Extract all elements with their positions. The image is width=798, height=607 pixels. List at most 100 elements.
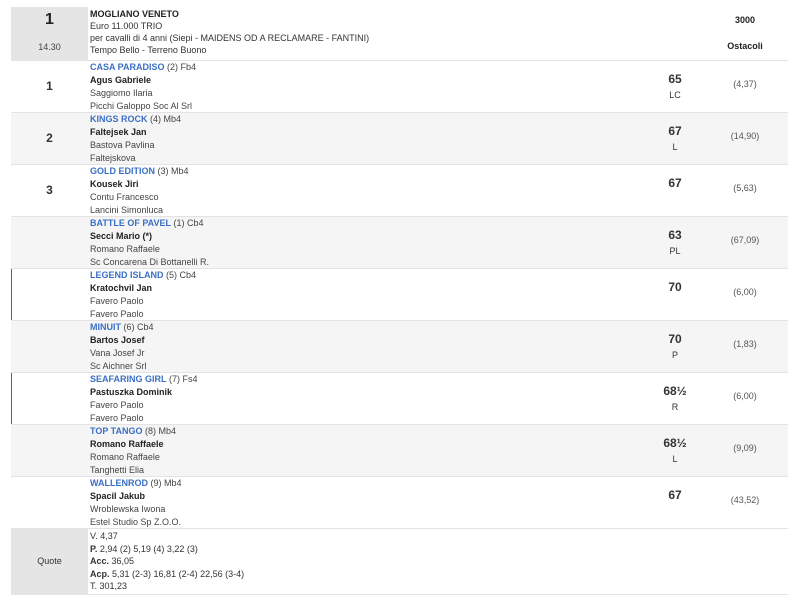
runner-position: 3 <box>46 183 53 197</box>
horse-name-link[interactable]: GOLD EDITION <box>90 166 155 176</box>
horse-name-link[interactable]: SEAFARING GIRL <box>90 374 167 384</box>
race-weather: Tempo Bello - Terreno Buono <box>90 45 207 55</box>
quote-acc-label: Acc. <box>90 556 110 567</box>
runner-weight: 65 <box>668 72 682 86</box>
horse-meta: (5) Cb4 <box>166 270 197 280</box>
horse-meta: (9) Mb4 <box>150 478 182 488</box>
runner-odds: (5,63) <box>733 183 757 193</box>
runner-equipment-tag: R <box>671 402 679 412</box>
owner-name: Faltejskova <box>90 153 136 163</box>
owner-name: Favero Paolo <box>90 413 144 423</box>
jockey-name: Romano Raffaele <box>90 439 164 449</box>
horse-name-link[interactable]: WALLENROD <box>90 478 148 488</box>
jockey-name: Faltejsek Jan <box>90 127 147 137</box>
jockey-name: Agus Gabriele <box>90 75 152 85</box>
horse-meta: (3) Mb4 <box>157 166 189 176</box>
runner-weight: 63 <box>668 228 682 242</box>
horse-name-link[interactable]: LEGEND ISLAND <box>90 270 164 280</box>
runner-equipment-tag: PL <box>669 246 681 256</box>
runner-row: LEGEND ISLAND (5) Cb4 Kratochvil Jan Fav… <box>11 269 788 321</box>
runner-odds: (6,00) <box>733 391 757 401</box>
trainer-name: Vana Josef Jr <box>90 348 145 358</box>
race-number-cell: 1 14.30 <box>11 7 88 61</box>
horse-name-link[interactable]: CASA PARADISO <box>90 62 165 72</box>
runner-weight: 68½ <box>663 384 687 398</box>
trainer-name: Saggiomo Ilaria <box>90 88 153 98</box>
owner-name: Sc Aichner Srl <box>90 361 147 371</box>
runner-odds: (6,00) <box>733 287 757 297</box>
runner-odds: (9,09) <box>733 443 757 453</box>
runner-weight: 70 <box>668 332 682 346</box>
jockey-name: Pastuszka Dominik <box>90 387 173 397</box>
runner-odds: (43,52) <box>730 495 760 505</box>
runner-row: 3 GOLD EDITION (3) Mb4 Kousek Jiri Contu… <box>11 165 788 217</box>
race-conditions: per cavalli di 4 anni (Siepi - MAIDENS O… <box>90 33 370 43</box>
horse-meta: (6) Cb4 <box>123 322 154 332</box>
quote-p-label: P. <box>90 543 98 554</box>
owner-name: Lancini Simonluca <box>90 205 164 215</box>
race-results-table: 1 14.30 MOGLIANO VENETO Euro 11.000 TRIO… <box>11 7 788 595</box>
race-number: 1 <box>45 11 54 28</box>
runner-row: WALLENROD (9) Mb4 Spacil Jakub Wroblewsk… <box>11 477 788 529</box>
runner-position: 1 <box>46 79 53 93</box>
race-distance: 3000 <box>734 15 756 25</box>
jockey-name: Spacil Jakub <box>90 491 146 501</box>
quote-acp-value: 5,31 (2-3) 16,81 (2-4) 22,56 (3-4) <box>112 568 245 579</box>
race-venue: MOGLIANO VENETO <box>90 9 179 19</box>
owner-name: Favero Paolo <box>90 309 144 319</box>
horse-name-link[interactable]: TOP TANGO <box>90 426 143 436</box>
runner-odds: (1,83) <box>733 339 757 349</box>
owner-name: Picchi Galoppo Soc Al Srl <box>90 101 193 111</box>
race-type: Ostacoli <box>727 41 763 51</box>
trainer-name: Favero Paolo <box>90 296 144 306</box>
jockey-name: Kratochvil Jan <box>90 283 153 293</box>
trainer-name: Bastova Pavlina <box>90 140 155 150</box>
quote-p-value: 2,94 (2) 5,19 (4) 3,22 (3) <box>99 543 198 554</box>
runner-row: MINUIT (6) Cb4 Bartos Josef Vana Josef J… <box>11 321 788 373</box>
runner-row: SEAFARING GIRL (7) Fs4 Pastuszka Dominik… <box>11 373 788 425</box>
runner-position: 2 <box>46 131 53 145</box>
horse-name-link[interactable]: BATTLE OF PAVEL <box>90 218 171 228</box>
runner-weight: 67 <box>668 124 682 138</box>
runner-row: 2 KINGS ROCK (4) Mb4 Faltejsek Jan Basto… <box>11 113 788 165</box>
quote-acp-label: Acp. <box>90 568 110 579</box>
jockey-name: Secci Mario (*) <box>90 231 153 241</box>
horse-meta: (8) Mb4 <box>145 426 177 436</box>
runner-equipment-tag: LC <box>669 90 681 100</box>
quote-row: Quote V. 4,37 P. 2,94 (2) 5,19 (4) 3,22 … <box>11 529 788 595</box>
horse-meta: (2) Fb4 <box>167 62 197 72</box>
trainer-name: Wroblewska Iwona <box>90 504 166 514</box>
race-time: 14.30 <box>38 42 61 52</box>
horse-meta: (7) Fs4 <box>169 374 198 384</box>
owner-name: Tanghetti Elia <box>90 465 145 475</box>
trainer-name: Favero Paolo <box>90 400 144 410</box>
runner-weight: 70 <box>668 280 682 294</box>
jockey-name: Kousek Jiri <box>90 179 139 189</box>
horse-meta: (1) Cb4 <box>173 218 204 228</box>
horse-name-link[interactable]: MINUIT <box>90 322 121 332</box>
race-header: 1 14.30 MOGLIANO VENETO Euro 11.000 TRIO… <box>11 7 788 61</box>
trainer-name: Contu Francesco <box>90 192 159 202</box>
trainer-name: Romano Raffaele <box>90 244 160 254</box>
runner-row: 1 CASA PARADISO (2) Fb4 Agus Gabriele Sa… <box>11 61 788 113</box>
jockey-name: Bartos Josef <box>90 335 145 345</box>
runner-equipment-tag: L <box>672 142 678 152</box>
runner-row: BATTLE OF PAVEL (1) Cb4 Secci Mario (*) … <box>11 217 788 269</box>
owner-name: Estel Studio Sp Z.O.O. <box>90 517 182 527</box>
quote-acc-value: 36,05 <box>111 556 135 567</box>
race-info: MOGLIANO VENETO Euro 11.000 TRIO per cav… <box>90 8 369 56</box>
quote-t-value: 301,23 <box>99 581 128 592</box>
runner-weight: 67 <box>668 488 682 502</box>
horse-meta: (4) Mb4 <box>150 114 182 124</box>
quote-v-value: 4,37 <box>100 531 118 541</box>
trainer-name: Romano Raffaele <box>90 452 160 462</box>
runner-weight: 68½ <box>663 436 687 450</box>
runner-odds: (14,90) <box>730 131 760 141</box>
runner-equipment-tag: P <box>671 350 678 360</box>
horse-name-link[interactable]: KINGS ROCK <box>90 114 148 124</box>
quote-v-label: V. <box>90 531 98 541</box>
runner-odds: (4,37) <box>733 79 757 89</box>
runner-weight: 67 <box>668 176 682 190</box>
runner-row: TOP TANGO (8) Mb4 Romano Raffaele Romano… <box>11 425 788 477</box>
runner-equipment-tag: L <box>672 454 678 464</box>
